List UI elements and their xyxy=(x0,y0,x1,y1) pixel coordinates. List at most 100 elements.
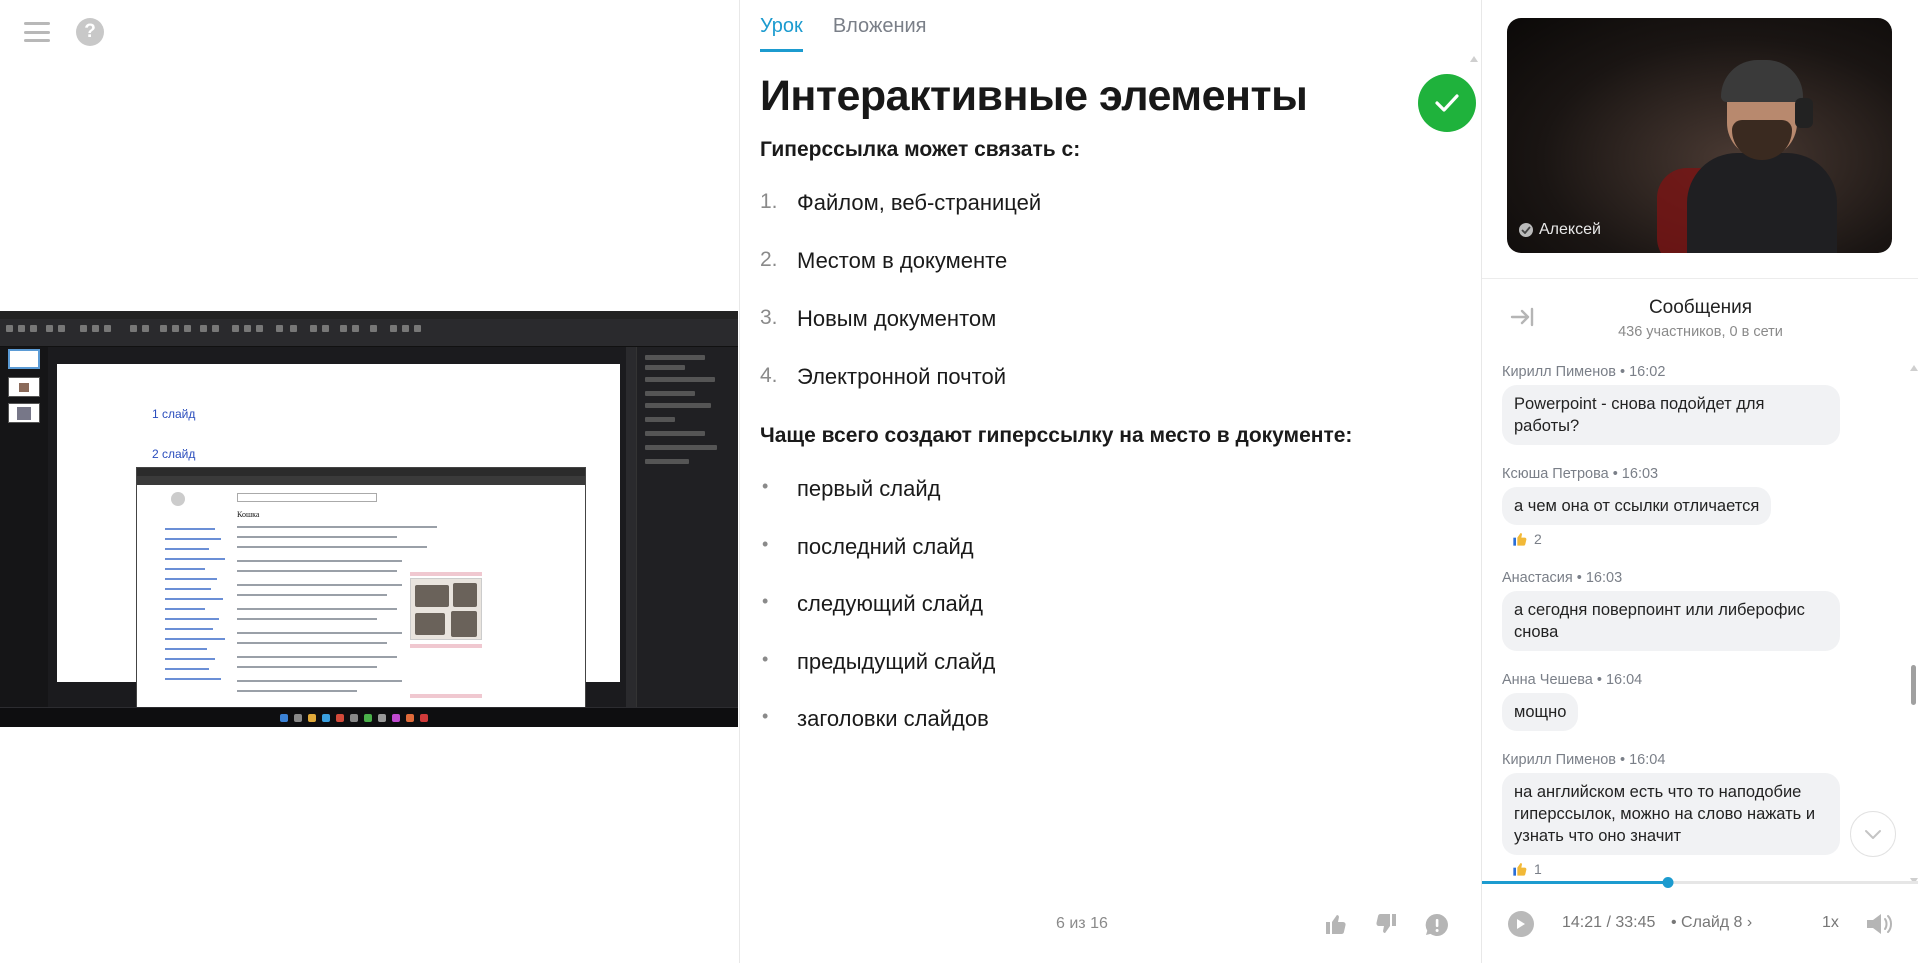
speaker-figure xyxy=(1687,58,1837,253)
messages-title: Сообщения xyxy=(1648,297,1753,318)
messages-header: Сообщения 436 участников, 0 в сети xyxy=(1482,278,1918,353)
lesson-tabs: Урок Вложения xyxy=(760,0,927,54)
slide-counter: 6 из 16 xyxy=(1056,915,1108,932)
shared-browser-window: Кошка xyxy=(136,467,586,712)
lesson-subtitle: Гиперссылка может связать с: xyxy=(760,138,1081,161)
list-text: Электронной почтой xyxy=(797,364,1006,389)
list-item: • первый слайд xyxy=(760,476,1460,534)
lesson-title: Интерактивные элементы xyxy=(760,72,1308,120)
help-glyph: ? xyxy=(84,21,96,42)
bullet: • xyxy=(762,706,769,726)
report-icon[interactable] xyxy=(1424,912,1450,943)
chat-scrollbar[interactable] xyxy=(1910,365,1918,884)
ordered-list: 1. Файлом, веб-страницей 2. Местом в докум… xyxy=(760,190,1460,422)
bullet-list: • первый слайд • последний слайд • следующи… xyxy=(760,476,1460,764)
list-text: Местом в документе xyxy=(797,248,1008,273)
lesson-panel: Урок Вложения Интерактивные элементы Гип… xyxy=(739,0,1480,963)
thumbs-up-icon[interactable] xyxy=(1324,912,1348,943)
playback-time: 14:21 / 33:45 xyxy=(1562,914,1656,931)
list-text: следующий слайд xyxy=(797,591,983,616)
cat-images xyxy=(410,578,482,640)
message-bubble: а сегодня поверпоинт или либерофис снова xyxy=(1502,591,1840,651)
screen-share-video: 1 слайд 2 слайд Кошка xyxy=(0,311,738,727)
shared-taskbar xyxy=(0,707,738,727)
play-icon[interactable] xyxy=(1508,911,1534,937)
lesson-subtitle: Чаще всего создают гиперссылку на место … xyxy=(760,424,1353,447)
list-number: 4. xyxy=(760,364,778,387)
app-root: ? 1 слайд 2 слайд Кошка Урок Вложения Ин… xyxy=(0,0,1918,963)
slide-thumbnail xyxy=(8,349,40,369)
progress-fill xyxy=(1482,881,1668,884)
thumbs-down-icon[interactable] xyxy=(1374,912,1398,943)
verified-icon xyxy=(1519,223,1533,237)
side-panel: Алексей Сообщения 436 участников, 0 в се… xyxy=(1481,0,1918,963)
playback-speed[interactable]: 1x xyxy=(1822,914,1839,932)
reaction-count: 1 xyxy=(1534,861,1542,877)
speaker-name: Алексей xyxy=(1539,221,1601,238)
wiki-logo-icon xyxy=(171,492,185,506)
message-author: Кирилл Пименов • 16:02 xyxy=(1502,364,1666,380)
message-bubble: а чем она от ссылки отличается xyxy=(1502,487,1772,525)
list-number: 1. xyxy=(760,190,778,213)
speaker-label: Алексей xyxy=(1519,221,1601,239)
message-author: Анна Чешева • 16:04 xyxy=(1502,672,1643,688)
slide-thumbnail xyxy=(8,403,40,423)
bullet: • xyxy=(762,533,769,554)
message-bubble: Powerpoint - снова подойдет для работы? xyxy=(1502,385,1840,445)
bullet: • xyxy=(762,648,769,669)
list-item: 2. Местом в документе xyxy=(760,248,1460,306)
volume-icon[interactable] xyxy=(1864,911,1894,942)
scroll-down-button[interactable] xyxy=(1850,811,1896,857)
browser-article-title: Кошка xyxy=(237,510,260,519)
message-reaction[interactable]: 1 xyxy=(1512,861,1840,877)
bullet: • xyxy=(762,476,769,496)
current-slide-link[interactable]: • Слайд 8 › xyxy=(1671,914,1752,932)
list-number: 3. xyxy=(760,306,778,329)
messages-subtitle: 436 участников, 0 в сети xyxy=(1618,324,1783,340)
slide-thumbnail xyxy=(8,377,40,397)
shared-app-menubar xyxy=(0,311,738,319)
help-icon[interactable]: ? xyxy=(76,18,104,46)
screen-share-panel: ? 1 слайд 2 слайд Кошка xyxy=(0,0,738,963)
tab-attachments[interactable]: Вложения xyxy=(833,0,927,52)
chat-message: Кирилл Пименов • 16:02 Powerpoint - снов… xyxy=(1502,364,1840,445)
list-text: Новым документом xyxy=(797,306,997,331)
list-item: • последний слайд xyxy=(760,534,1460,592)
chat-message: Анна Чешева • 16:04 мощно xyxy=(1502,672,1642,731)
menu-icon[interactable] xyxy=(24,22,50,42)
message-reaction[interactable]: 2 xyxy=(1512,531,1771,547)
list-item: 1. Файлом, веб-страницей xyxy=(760,190,1460,248)
list-number: 2. xyxy=(760,248,778,271)
slide-thumbnails xyxy=(0,347,48,707)
chat-message: Анастасия • 16:03 а сегодня поверпоинт и… xyxy=(1502,570,1840,651)
message-author: Кирилл Пименов • 16:04 xyxy=(1502,752,1666,768)
list-item: • следующий слайд xyxy=(760,591,1460,649)
list-item: • предыдущий слайд xyxy=(760,649,1460,707)
progress-knob[interactable] xyxy=(1662,877,1674,888)
list-item: • заголовки слайдов xyxy=(760,706,1460,764)
list-item: 3. Новым документом xyxy=(760,306,1460,364)
shared-app-scrollbar xyxy=(626,347,636,707)
shared-slide-link: 1 слайд xyxy=(152,407,196,421)
tab-lesson[interactable]: Урок xyxy=(760,0,803,52)
message-author: Ксюша Петрова • 16:03 xyxy=(1502,466,1659,482)
list-text: первый слайд xyxy=(797,476,941,501)
playback-progress[interactable] xyxy=(1482,877,1918,888)
shared-app-sidebar xyxy=(636,347,738,707)
lesson-scrollbar[interactable] xyxy=(1470,56,1478,886)
chat-message: Кирилл Пименов • 16:04 на английском ест… xyxy=(1502,752,1840,877)
completed-check-icon[interactable] xyxy=(1418,74,1476,132)
message-bubble: мощно xyxy=(1502,693,1579,731)
reaction-count: 2 xyxy=(1534,531,1542,547)
top-left-icons: ? xyxy=(24,18,104,46)
speaker-video[interactable]: Алексей xyxy=(1507,18,1892,253)
list-item: 4. Электронной почтой xyxy=(760,364,1460,422)
bullet: • xyxy=(762,591,769,611)
chat-message: Ксюша Петрова • 16:03 а чем она от ссылк… xyxy=(1502,466,1772,547)
list-text: последний слайд xyxy=(797,533,974,559)
list-text: Файлом, веб-страницей xyxy=(797,190,1042,215)
feedback-buttons xyxy=(1324,912,1450,943)
shared-slide-link: 2 слайд xyxy=(152,447,196,461)
chat-list[interactable]: Кирилл Пименов • 16:02 Powerpoint - снов… xyxy=(1502,362,1892,882)
message-bubble: на английском есть что то наподобие гипе… xyxy=(1502,773,1840,855)
